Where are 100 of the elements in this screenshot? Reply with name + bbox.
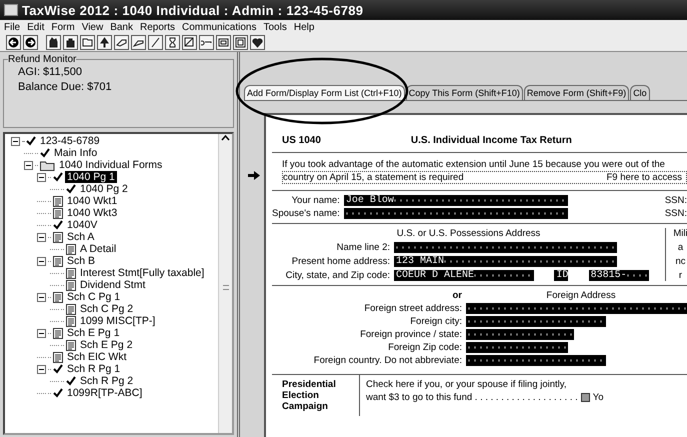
checkbox[interactable]: [580, 393, 590, 402]
toolbar-button[interactable]: [131, 35, 146, 50]
campaign-text: want $3 to go to this fund . . . . . . . . . . . . . . . . . . . .: [366, 392, 578, 403]
menu-item[interactable]: Bank: [110, 22, 133, 32]
tree-item[interactable]: A Detail: [78, 243, 118, 255]
tree-item[interactable]: Sch B: [65, 255, 98, 267]
collapse-toggle[interactable]: [37, 256, 46, 266]
document-icon: [66, 316, 76, 326]
section-heading: U.S. or U.S. Possessions Address: [396, 228, 540, 240]
tree-item[interactable]: Sch EIC Wkt: [65, 351, 129, 363]
tree-item[interactable]: Dividend Stmt: [78, 279, 148, 291]
menu-item[interactable]: Reports: [140, 22, 176, 32]
tab[interactable]: Clo: [630, 85, 650, 100]
monitor-value: AGI: $11,500: [18, 65, 84, 80]
forward-arrow-icon: [25, 37, 36, 48]
scroll-grip-icon: [222, 284, 228, 290]
document-icon: [53, 256, 63, 266]
collapse-toggle[interactable]: [37, 232, 46, 242]
collapse-toggle[interactable]: [24, 160, 33, 170]
input-field[interactable]: 83815-: [588, 270, 649, 281]
toolbar-button[interactable]: [148, 35, 163, 50]
form-title: U.S. Individual Income Tax Return: [410, 135, 572, 146]
tree-item[interactable]: 123-45-6789: [38, 135, 102, 147]
monitor-value: Balance Due: $701: [18, 80, 113, 95]
collapse-toggle[interactable]: [11, 136, 20, 146]
checkbox-label: Yo: [592, 392, 604, 403]
toolbar-button[interactable]: [182, 35, 197, 50]
menu-item[interactable]: Form: [51, 22, 75, 32]
back-arrow-icon: [8, 37, 19, 48]
input-field[interactable]: [466, 303, 687, 314]
toolbar-button[interactable]: [80, 35, 95, 50]
toolbar-button[interactable]: [46, 35, 61, 50]
document-icon: [53, 328, 63, 338]
tab[interactable]: Copy This Form (Shift+F10): [406, 85, 523, 100]
tree-item[interactable]: 1040 Individual Forms: [57, 159, 164, 171]
input-field[interactable]: COEUR D ALENE: [394, 270, 534, 281]
tree-item[interactable]: Sch R Pg 2: [78, 375, 136, 387]
menu-item[interactable]: View: [82, 22, 104, 32]
input-field[interactable]: ID: [554, 270, 568, 281]
collapse-toggle[interactable]: [37, 364, 46, 374]
panel-title: Refund Monitor: [8, 54, 76, 65]
cut-off-text: nc: [675, 256, 686, 267]
tree-item[interactable]: Sch A: [65, 231, 96, 243]
input-field[interactable]: [466, 355, 606, 366]
document-icon: [66, 244, 76, 254]
tab[interactable]: Remove Form (Shift+F9): [524, 85, 630, 100]
input-field[interactable]: Joe Blow: [344, 195, 568, 206]
collapse-toggle[interactable]: [37, 328, 46, 338]
hourglass-icon: [167, 37, 178, 48]
toolbar-button[interactable]: [250, 35, 265, 50]
scroll-up-icon[interactable]: [221, 134, 230, 141]
menu-item[interactable]: Tools: [264, 22, 287, 32]
app-icon: [4, 4, 18, 16]
menu-item[interactable]: Communications: [182, 22, 256, 32]
tree-item[interactable]: Sch C Pg 2: [78, 303, 136, 315]
cut-off-text: Mili: [673, 228, 687, 239]
tree-item[interactable]: Sch E Pg 2: [78, 339, 135, 351]
toolbar-button[interactable]: [233, 35, 248, 50]
toolbar-button[interactable]: [97, 35, 112, 50]
section-heading: or: [452, 290, 462, 301]
field-label: Foreign province / state:: [359, 329, 462, 340]
tree-item[interactable]: 1040V: [65, 219, 100, 231]
tree-item[interactable]: Interest Stmt[Fully taxable]: [78, 267, 206, 279]
menu-item[interactable]: Help: [294, 22, 314, 32]
input-field[interactable]: [466, 316, 606, 327]
toolbar-button[interactable]: [165, 35, 180, 50]
input-field[interactable]: [344, 208, 568, 219]
tree-item[interactable]: 1040 Wkt1: [65, 195, 120, 207]
section-heading: Foreign Address: [546, 290, 616, 301]
toolbar-button[interactable]: [114, 35, 129, 50]
input-field[interactable]: 123 MAIN: [394, 256, 617, 267]
toolbar-button[interactable]: [63, 35, 78, 50]
tree-item[interactable]: 1040 Pg 2: [78, 183, 130, 195]
input-field[interactable]: [466, 329, 574, 340]
notice-text: If you took advantage of the automatic extension until June 15 because you were out of the: [282, 159, 666, 170]
input-field[interactable]: [466, 342, 568, 353]
menu-item[interactable]: Edit: [27, 22, 44, 32]
tree-item[interactable]: Main Info: [52, 147, 100, 159]
tree-item[interactable]: 1099R[TP-ABC]: [65, 387, 144, 399]
tree-item[interactable]: Sch C Pg 1: [65, 291, 122, 303]
collapse-toggle[interactable]: [37, 172, 46, 182]
toolbar-button[interactable]: [199, 35, 214, 50]
field-label: Foreign Zip code:: [387, 342, 462, 353]
toolbar-button[interactable]: [23, 35, 38, 50]
tab[interactable]: Add Form/Display Form List (Ctrl+F10): [244, 85, 405, 100]
cut-off-text: a: [678, 242, 684, 253]
collapse-toggle[interactable]: [37, 292, 46, 302]
document-icon: [66, 280, 76, 290]
toolbar-button[interactable]: [6, 35, 21, 50]
toolbar-button[interactable]: [216, 35, 231, 50]
tree-item[interactable]: 1040 Pg 1: [65, 171, 117, 183]
tree-item[interactable]: 1099 MISC[TP-]: [78, 315, 158, 327]
tree-item[interactable]: Sch R Pg 1: [65, 363, 122, 375]
document-icon: [53, 232, 63, 242]
field-label: City, state, and Zip code:: [284, 270, 390, 281]
tree-item[interactable]: 1040 Wkt3: [65, 207, 120, 219]
field-label: SSN:: [664, 195, 687, 206]
tree-item[interactable]: Sch E Pg 1: [65, 327, 122, 339]
input-field[interactable]: [394, 242, 617, 254]
menu-item[interactable]: File: [4, 22, 20, 32]
